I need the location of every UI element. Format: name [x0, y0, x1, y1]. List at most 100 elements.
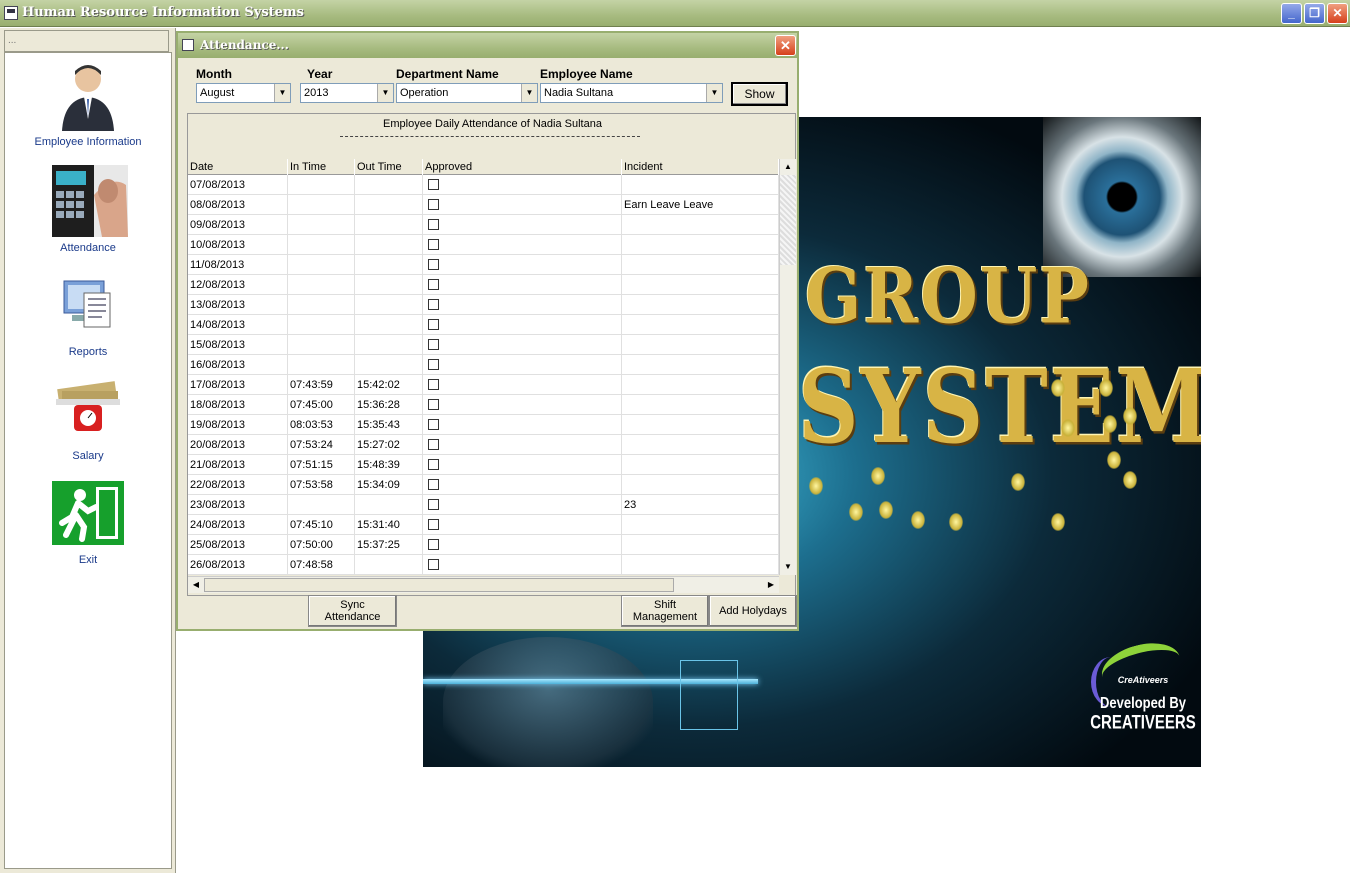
sync-attendance-button[interactable]: Sync Attendance: [308, 595, 397, 627]
cell-approved: [423, 375, 622, 395]
approved-checkbox[interactable]: [428, 439, 439, 450]
nav-salary[interactable]: Salary: [5, 373, 171, 462]
approved-checkbox[interactable]: [428, 399, 439, 410]
show-button[interactable]: Show: [731, 82, 788, 106]
cell-approved: [423, 295, 622, 315]
cell-date: 23/08/2013: [188, 495, 288, 515]
cell-approved: [423, 315, 622, 335]
cell-incident: [622, 315, 779, 335]
column-header-approved[interactable]: Approved: [423, 159, 622, 175]
table-row[interactable]: 14/08/2013: [188, 315, 779, 335]
department-value: Operation: [400, 87, 449, 99]
approved-checkbox[interactable]: [428, 539, 439, 550]
minimize-button[interactable]: _: [1281, 3, 1302, 24]
cell-in: [288, 335, 355, 355]
table-row[interactable]: 13/08/2013: [188, 295, 779, 315]
chevron-down-icon[interactable]: ▼: [706, 84, 722, 102]
cell-in: 07:43:59: [288, 375, 355, 395]
approved-checkbox[interactable]: [428, 419, 439, 430]
horizontal-scrollbar[interactable]: ◀ ▶: [188, 576, 779, 593]
table-row[interactable]: 23/08/2013 23: [188, 495, 779, 515]
table-row[interactable]: 12/08/2013: [188, 275, 779, 295]
nav-employee-information[interactable]: Employee Information: [5, 59, 171, 148]
attendance-close-button[interactable]: ✕: [775, 35, 796, 56]
vertical-scrollbar[interactable]: ▲ ▼: [779, 159, 796, 575]
scroll-right-icon[interactable]: ▶: [763, 577, 779, 593]
approved-checkbox[interactable]: [428, 379, 439, 390]
table-row[interactable]: 09/08/2013: [188, 215, 779, 235]
cell-date: 10/08/2013: [188, 235, 288, 255]
approved-checkbox[interactable]: [428, 279, 439, 290]
approved-checkbox[interactable]: [428, 519, 439, 530]
button-label: Shift: [653, 599, 676, 611]
employee-select[interactable]: Nadia Sultana ▼: [540, 83, 723, 103]
table-row[interactable]: 15/08/2013: [188, 335, 779, 355]
approved-checkbox[interactable]: [428, 299, 439, 310]
app-titlebar[interactable]: Human Resource Information Systems _ ❐ ✕: [0, 0, 1350, 27]
attendance-titlebar[interactable]: Attendance... ✕: [178, 33, 797, 58]
close-button[interactable]: ✕: [1327, 3, 1348, 24]
exit-door-icon: [52, 477, 124, 549]
left-nav-panel: ... Employee Information Attendance Repo…: [0, 28, 176, 873]
approved-checkbox[interactable]: [428, 179, 439, 190]
table-row[interactable]: 25/08/2013 07:50:00 15:37:25: [188, 535, 779, 555]
table-row[interactable]: 20/08/2013 07:53:24 15:27:02: [188, 435, 779, 455]
table-row[interactable]: 21/08/2013 07:51:15 15:48:39: [188, 455, 779, 475]
scroll-left-icon[interactable]: ◀: [188, 577, 204, 593]
nav-attendance[interactable]: Attendance: [5, 165, 171, 254]
approved-checkbox[interactable]: [428, 339, 439, 350]
nav-reports[interactable]: Reports: [5, 269, 171, 358]
chevron-down-icon[interactable]: ▼: [274, 84, 290, 102]
approved-checkbox[interactable]: [428, 359, 439, 370]
table-row[interactable]: 10/08/2013: [188, 235, 779, 255]
approved-checkbox[interactable]: [428, 259, 439, 270]
table-row[interactable]: 19/08/2013 08:03:53 15:35:43: [188, 415, 779, 435]
cell-out: 15:42:02: [355, 375, 423, 395]
table-row[interactable]: 11/08/2013: [188, 255, 779, 275]
approved-checkbox[interactable]: [428, 239, 439, 250]
approved-checkbox[interactable]: [428, 199, 439, 210]
approved-checkbox[interactable]: [428, 499, 439, 510]
approved-checkbox[interactable]: [428, 559, 439, 570]
column-header-date[interactable]: Date: [188, 159, 288, 175]
table-row[interactable]: 17/08/2013 07:43:59 15:42:02: [188, 375, 779, 395]
cell-approved: [423, 535, 622, 555]
table-row[interactable]: 24/08/2013 07:45:10 15:31:40: [188, 515, 779, 535]
cell-out: [355, 215, 423, 235]
cell-date: 24/08/2013: [188, 515, 288, 535]
approved-checkbox[interactable]: [428, 459, 439, 470]
year-select[interactable]: 2013 ▼: [300, 83, 394, 103]
chevron-down-icon[interactable]: ▼: [377, 84, 393, 102]
scroll-up-icon[interactable]: ▲: [780, 159, 796, 175]
table-row[interactable]: 08/08/2013 Earn Leave Leave: [188, 195, 779, 215]
column-header-out-time[interactable]: Out Time: [355, 159, 423, 175]
table-row[interactable]: 07/08/2013: [188, 175, 779, 195]
add-holydays-button[interactable]: Add Holydays: [709, 595, 797, 627]
chevron-down-icon[interactable]: ▼: [521, 84, 537, 102]
month-select[interactable]: August ▼: [196, 83, 291, 103]
attendance-grid: Employee Daily Attendance of Nadia Sulta…: [187, 113, 796, 596]
approved-checkbox[interactable]: [428, 319, 439, 330]
scroll-thumb[interactable]: [204, 578, 674, 592]
table-row[interactable]: 18/08/2013 07:45:00 15:36:28: [188, 395, 779, 415]
cell-date: 08/08/2013: [188, 195, 288, 215]
table-row[interactable]: 16/08/2013: [188, 355, 779, 375]
table-row[interactable]: 26/08/2013 07:48:58: [188, 555, 779, 575]
table-row[interactable]: 22/08/2013 07:53:58 15:34:09: [188, 475, 779, 495]
maximize-button[interactable]: ❐: [1304, 3, 1325, 24]
shift-management-button[interactable]: Shift Management: [621, 595, 709, 627]
column-header-in-time[interactable]: In Time: [288, 159, 355, 175]
cell-incident: [622, 215, 779, 235]
nav-exit[interactable]: Exit: [5, 477, 171, 566]
developer-name: CREATIVEERS: [1090, 711, 1196, 734]
scroll-thumb[interactable]: [780, 175, 796, 265]
cell-incident: [622, 255, 779, 275]
cell-in: 07:50:00: [288, 535, 355, 555]
approved-checkbox[interactable]: [428, 219, 439, 230]
approved-checkbox[interactable]: [428, 479, 439, 490]
cell-in: [288, 295, 355, 315]
button-label: Add Holydays: [719, 605, 787, 617]
column-header-incident[interactable]: Incident: [622, 159, 779, 175]
scroll-down-icon[interactable]: ▼: [780, 559, 796, 575]
department-select[interactable]: Operation ▼: [396, 83, 538, 103]
